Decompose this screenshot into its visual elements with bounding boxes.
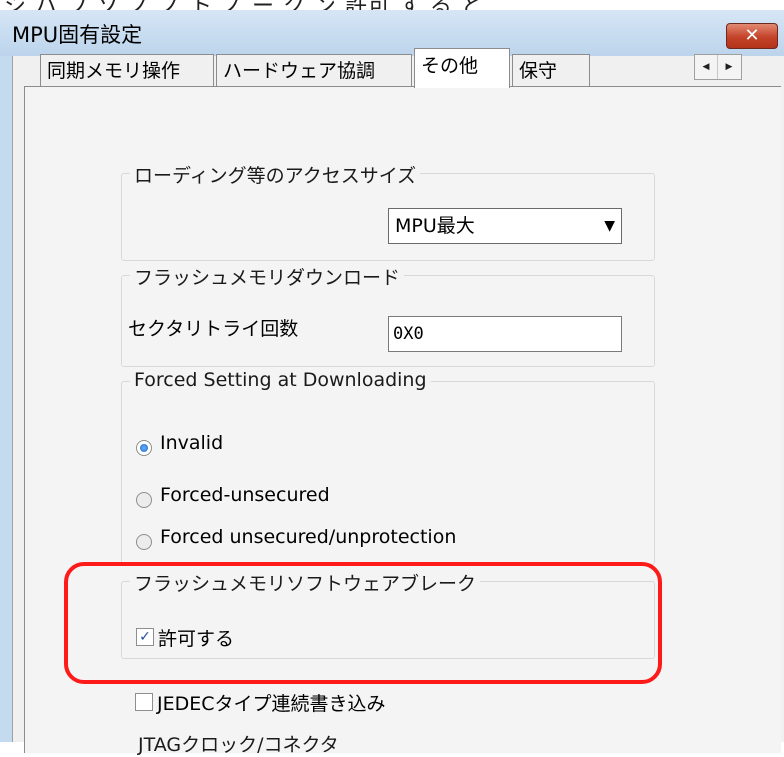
radio-forced-unsecured[interactable] <box>136 492 152 508</box>
close-button[interactable]: ✕ <box>726 23 778 49</box>
tab-hardware-coop[interactable]: ハードウェア協調 <box>216 54 412 86</box>
tab-maintenance[interactable]: 保守 <box>512 54 590 86</box>
close-icon: ✕ <box>744 25 760 46</box>
radio-forced-unsecured-unprotection-label[interactable]: Forced unsecured/unprotection <box>160 526 456 548</box>
flash-download-group: フラッシュメモリダウンロード セクタリトライ回数 0X0 <box>121 263 655 367</box>
radio-forced-unsecured-unprotection[interactable] <box>136 534 152 550</box>
jtag-group-title-partial: JTAGクロック/コネクタ <box>138 734 339 756</box>
access-size-group-title: ローディング等のアクセスサイズ <box>130 161 421 188</box>
tab-label: 保守 <box>519 60 558 82</box>
sector-retry-label: セクタリトライ回数 <box>128 318 299 340</box>
forced-setting-group: Forced Setting at Downloading Invalid Fo… <box>121 369 655 565</box>
jedec-checkbox[interactable] <box>135 693 153 711</box>
radio-invalid[interactable] <box>136 440 152 456</box>
tab-other[interactable]: その他 <box>414 48 510 88</box>
tab-label: 同期メモリ操作 <box>47 60 181 82</box>
tab-scroll-buttons: ◀ ▶ <box>694 54 742 80</box>
highlight-annotation <box>64 562 662 684</box>
forced-setting-group-title: Forced Setting at Downloading <box>130 369 431 391</box>
title-bar: MPU固有設定 ✕ <box>0 10 784 56</box>
flash-download-group-title: フラッシュメモリダウンロード <box>130 263 405 290</box>
access-size-select[interactable]: MPU最大 ▼ <box>388 208 622 244</box>
tab-sync-memory[interactable]: 同期メモリ操作 <box>40 54 214 86</box>
radio-invalid-label[interactable]: Invalid <box>160 432 223 454</box>
window-title: MPU固有設定 <box>12 23 143 47</box>
scroll-left-icon[interactable]: ◀ <box>695 55 718 79</box>
tab-label: その他 <box>421 55 479 77</box>
scroll-right-icon[interactable]: ▶ <box>718 55 740 79</box>
radio-forced-unsecured-label[interactable]: Forced-unsecured <box>160 484 330 506</box>
sector-retry-input[interactable]: 0X0 <box>388 316 622 352</box>
access-size-selected-value: MPU最大 <box>395 215 475 237</box>
chevron-down-icon: ▼ <box>604 218 615 234</box>
tab-label: ハードウェア協調 <box>223 60 376 82</box>
jedec-label[interactable]: JEDECタイプ連続書き込み <box>157 689 386 716</box>
access-size-group: ローディング等のアクセスサイズ MPU最大 ▼ <box>121 161 655 261</box>
